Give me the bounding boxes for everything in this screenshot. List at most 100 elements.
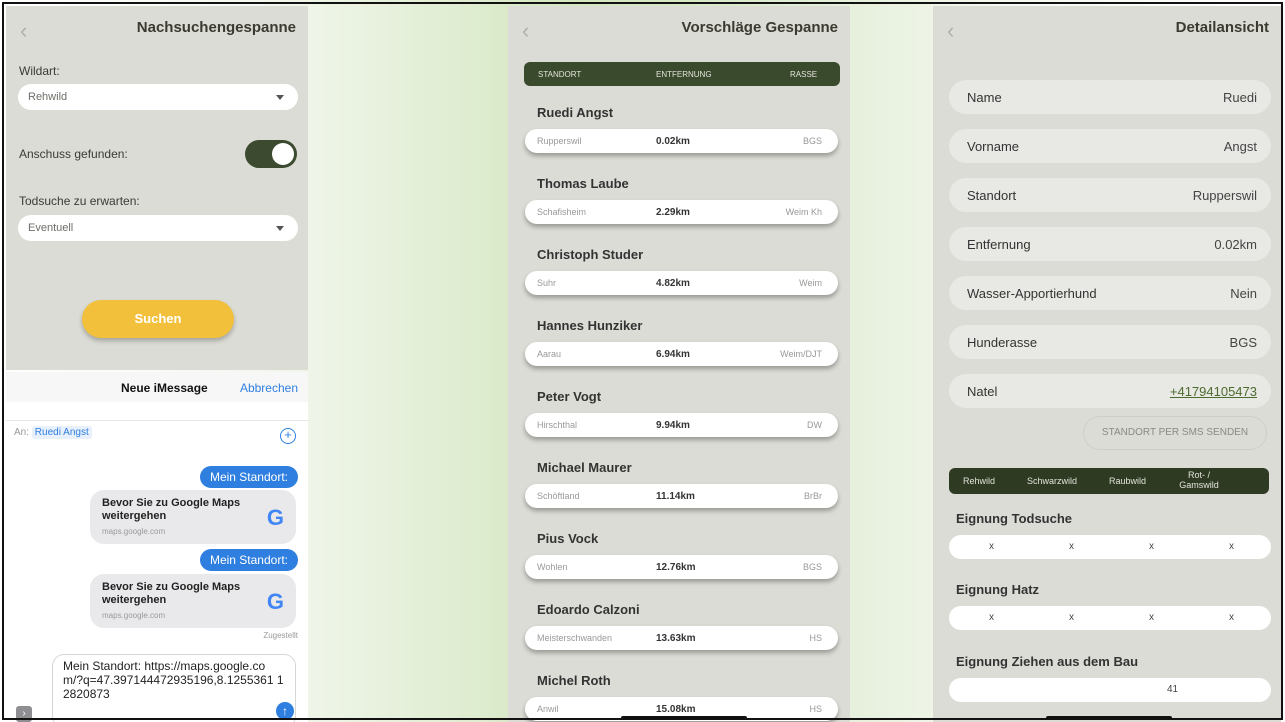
person-name: Peter Vogt <box>537 389 602 404</box>
apps-chevron-icon[interactable]: › <box>16 706 32 722</box>
suitability-mark: x <box>1069 612 1074 623</box>
section-title: Eignung Ziehen aus dem Bau <box>956 654 1139 669</box>
breed-cell: HS <box>809 704 822 714</box>
anschuss-toggle[interactable] <box>245 140 297 168</box>
table-row[interactable]: Wohlen 12.76km BGS <box>525 555 838 579</box>
distance-cell: 13.63km <box>656 633 696 644</box>
breed-cell: DW <box>807 420 822 430</box>
google-logo-icon: G <box>266 589 284 614</box>
detail-value: BGS <box>1229 335 1257 350</box>
todsuche-select[interactable]: Eventuell <box>18 215 298 241</box>
person-name: Michel Roth <box>537 673 611 688</box>
search-button[interactable]: Suchen <box>82 300 234 338</box>
column-header: RASSE <box>790 70 818 79</box>
breed-cell: Weim/DJT <box>780 349 822 359</box>
arrow-up-icon[interactable]: ↑ <box>276 702 294 720</box>
link-preview-url: maps.google.com <box>102 611 166 620</box>
divider <box>6 420 308 421</box>
suitability-mark: x <box>1149 541 1154 552</box>
detail-row: Entfernung 0.02km <box>949 227 1271 261</box>
place-cell: Meisterschwanden <box>537 633 613 643</box>
suitability-mark: 41 <box>1167 684 1179 695</box>
detail-row: Standort Rupperswil <box>949 178 1271 212</box>
person-name: Pius Vock <box>537 531 599 546</box>
home-indicator <box>1046 716 1172 720</box>
delivered-status: Zugestellt <box>263 631 298 640</box>
todsuche-label: Todsuche zu erwarten: <box>19 194 140 208</box>
table-header: STANDORT ENTFERNUNG RASSE <box>524 62 840 86</box>
suitability-mark: x <box>1229 612 1234 623</box>
table-row[interactable]: Aarau 6.94km Weim/DJT <box>525 342 838 366</box>
person-name: Hannes Hunziker <box>537 318 643 333</box>
place-cell: Hirschthal <box>537 420 578 430</box>
tab-rot-gamswild[interactable]: Rot- / Gamswild <box>1171 470 1227 490</box>
wildart-value: Rehwild <box>28 91 68 103</box>
detail-row: Name Ruedi <box>949 80 1271 114</box>
detail-key: Vorname <box>967 139 1020 154</box>
suitability-mark: x <box>1149 612 1154 623</box>
message-input[interactable]: Mein Standort: https://maps.google.com/?… <box>52 654 296 722</box>
table-row[interactable]: Schafisheim 2.29km Weim Kh <box>525 200 838 224</box>
distance-cell: 4.82km <box>656 278 690 289</box>
imessage-title: Neue iMessage <box>121 381 208 395</box>
table-row[interactable]: Suhr 4.82km Weim <box>525 271 838 295</box>
person-name: Edoardo Calzoni <box>537 602 640 617</box>
detail-row: Vorname Angst <box>949 129 1271 163</box>
chevron-left-icon[interactable]: ‹ <box>522 18 529 44</box>
detail-value: 0.02km <box>1214 237 1257 252</box>
wildart-select[interactable]: Rehwild <box>18 84 298 110</box>
tab-schwarzwild[interactable]: Schwarzwild <box>1027 476 1077 486</box>
breed-cell: BrBr <box>804 491 822 501</box>
wildart-label: Wildart: <box>19 64 60 78</box>
plus-circle-icon[interactable]: + <box>280 428 296 444</box>
suitability-mark: x <box>989 612 994 623</box>
caret-down-icon <box>276 95 284 100</box>
table-row[interactable]: Rupperswil 0.02km BGS <box>525 129 838 153</box>
cancel-button[interactable]: Abbrechen <box>240 381 298 395</box>
distance-cell: 12.76km <box>656 562 696 573</box>
breed-cell: BGS <box>802 562 822 572</box>
section-title: Eignung Todsuche <box>956 511 1073 526</box>
chevron-left-icon[interactable]: ‹ <box>947 18 954 44</box>
detail-value[interactable]: +41794105473 <box>1170 384 1257 399</box>
distance-cell: 9.94km <box>656 420 690 431</box>
suitability-row: xxxx <box>949 606 1271 630</box>
distance-cell: 2.29km <box>656 207 690 218</box>
table-row[interactable]: Hirschthal 9.94km DW <box>525 413 838 437</box>
link-preview-card[interactable]: Bevor Sie zu Google Maps weitergehen map… <box>90 574 296 628</box>
detail-value: Ruedi <box>1223 90 1257 105</box>
person-name: Michael Maurer <box>537 460 632 475</box>
chevron-left-icon[interactable]: ‹ <box>20 18 27 44</box>
distance-cell: 6.94km <box>656 349 690 360</box>
section-title: Eignung Hatz <box>956 582 1040 597</box>
link-preview-url: maps.google.com <box>102 527 166 536</box>
recipient-chip[interactable]: Ruedi Angst <box>31 426 92 439</box>
place-cell: Schafisheim <box>537 207 587 217</box>
detail-row: Natel +41794105473 <box>949 374 1271 408</box>
page-title: Vorschläge Gespanne <box>681 19 838 36</box>
table-row[interactable]: Schöftland 11.14km BrBr <box>525 484 838 508</box>
recipient-field[interactable]: An: Ruedi Angst <box>14 426 92 439</box>
imessage-screen: Neue iMessage Abbrechen An: Ruedi Angst … <box>6 372 308 722</box>
breed-cell: BGS <box>802 136 822 146</box>
todsuche-value: Eventuell <box>28 222 74 234</box>
tab-raubwild[interactable]: Raubwild <box>1109 476 1146 486</box>
table-row[interactable]: Meisterschwanden 13.63km HS <box>525 626 838 650</box>
breed-cell: Weim <box>799 278 822 288</box>
suggestions-screen: ‹ Vorschläge Gespanne STANDORT ENTFERNUN… <box>508 6 850 722</box>
tab-rehwild[interactable]: Rehwild <box>963 476 995 486</box>
search-screen: ‹ Nachsuchengespanne Wildart: Rehwild An… <box>6 6 308 370</box>
page-title: Detailansicht <box>1175 19 1269 36</box>
column-header: ENTFERNUNG <box>656 70 712 79</box>
place-cell: Rupperswil <box>537 136 582 146</box>
column-header: STANDORT <box>538 70 582 79</box>
suitability-row: xxxx <box>949 535 1271 559</box>
link-preview-card[interactable]: Bevor Sie zu Google Maps weitergehen map… <box>90 490 296 544</box>
send-location-sms-button[interactable]: STANDORT PER SMS SENDEN <box>1083 416 1267 450</box>
message-bubble[interactable]: Mein Standort: <box>199 466 298 488</box>
message-bubble[interactable]: Mein Standort: <box>199 549 298 571</box>
google-logo-icon: G <box>266 505 284 530</box>
detail-row: Hunderasse BGS <box>949 325 1271 359</box>
distance-cell: 15.08km <box>656 704 696 715</box>
to-label: An: <box>14 427 30 438</box>
